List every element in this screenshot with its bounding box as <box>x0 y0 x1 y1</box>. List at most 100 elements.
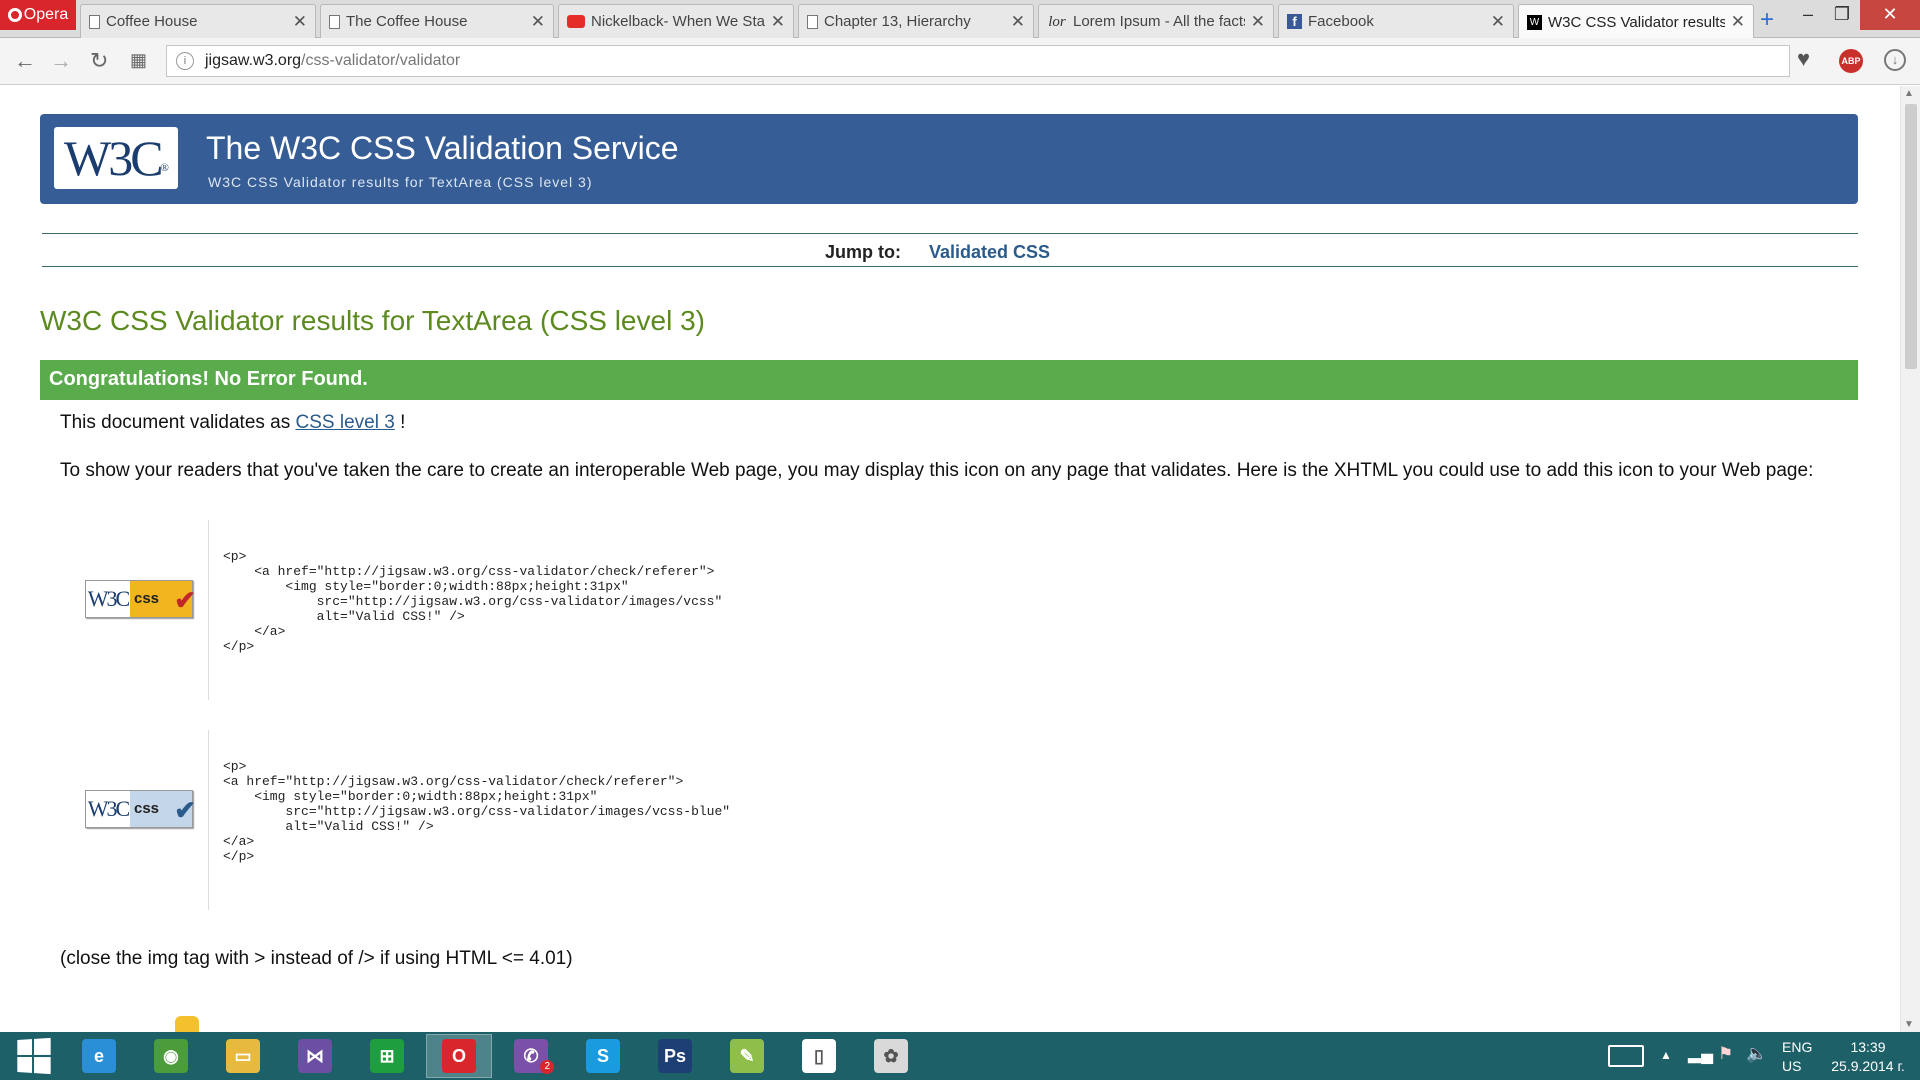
network-signal-icon[interactable]: ▂▄ <box>1688 1044 1713 1064</box>
service-title: The W3C CSS Validation Service <box>206 130 679 166</box>
download-icon[interactable]: ↓ <box>1884 49 1906 71</box>
doc-icon <box>329 14 340 29</box>
opera-menu-button[interactable]: Opera <box>0 0 76 30</box>
close-tag-note: (close the img tag with > instead of /> … <box>60 948 573 969</box>
scroll-thumb[interactable] <box>1905 104 1917 369</box>
vertical-scrollbar[interactable]: ▲ ▼ <box>1900 86 1920 1032</box>
w3c-icon: W <box>1527 14 1542 30</box>
volume-icon[interactable]: 🔈 <box>1746 1044 1767 1064</box>
youtube-icon <box>567 15 585 28</box>
checkmark-icon: ✔ <box>174 795 196 825</box>
w3c-logo-text: W3C <box>64 130 164 186</box>
language-region: US <box>1782 1058 1802 1074</box>
doc-icon <box>807 14 818 29</box>
taskbar-app-photoshop[interactable]: Ps <box>642 1034 708 1078</box>
close-icon[interactable]: ✕ <box>1011 12 1025 32</box>
adblock-icon[interactable]: ABP <box>1839 49 1863 73</box>
site-info-icon[interactable]: i <box>176 52 194 70</box>
tab-title: Chapter 13, Hierarchy <box>824 13 971 30</box>
tab-coffee-house[interactable]: Coffee House ✕ <box>80 4 316 38</box>
clock[interactable]: 13:39 25.9.2014 г. <box>1828 1038 1908 1076</box>
notification-badge: 2 <box>540 1060 554 1074</box>
doc-icon <box>89 14 100 29</box>
service-subtitle: W3C CSS Validator results for TextArea (… <box>208 174 593 190</box>
taskbar-app-paint[interactable]: ✿ <box>858 1034 924 1078</box>
taskbar-app-viber[interactable]: ✆ 2 <box>498 1034 564 1078</box>
language-code: ENG <box>1782 1039 1813 1055</box>
page-viewport: W3C® The W3C CSS Validation Service W3C … <box>0 86 1900 1032</box>
tab-facebook[interactable]: f Facebook ✕ <box>1278 4 1514 38</box>
tab-title: Coffee House <box>106 13 198 30</box>
keyboard-icon[interactable] <box>1608 1045 1644 1067</box>
notepad-icon: ▯ <box>802 1039 836 1073</box>
address-bar: ← → ↻ ▦ i jigsaw.w3.org/css-validator/va… <box>0 38 1920 85</box>
scroll-up-icon[interactable]: ▲ <box>1904 88 1914 99</box>
lorem-icon: lor <box>1048 13 1066 30</box>
close-icon[interactable]: ✕ <box>771 12 785 32</box>
url-host: jigsaw.w3.org <box>205 52 302 69</box>
valid-css-gold-badge[interactable]: W3C css ✔ <box>85 580 196 618</box>
tab-the-coffee-house[interactable]: The Coffee House ✕ <box>320 4 554 38</box>
taskbar-app-internet-explorer[interactable]: e <box>66 1034 132 1078</box>
restore-button[interactable]: ❐ <box>1822 0 1862 30</box>
css-level-link[interactable]: CSS level 3 <box>296 412 395 433</box>
taskbar-app-visual-studio[interactable]: ⋈ <box>282 1034 348 1078</box>
badge-w3c-text: W3C <box>87 796 130 821</box>
w3c-logo[interactable]: W3C® <box>54 127 178 189</box>
heart-icon[interactable]: ♥ <box>1797 46 1810 72</box>
close-icon[interactable]: ✕ <box>1251 12 1265 32</box>
divider <box>42 233 1858 234</box>
header-banner: W3C® The W3C CSS Validation Service W3C … <box>40 114 1858 204</box>
new-tab-button[interactable]: + <box>1760 6 1774 34</box>
url-path: /css-validator/validator <box>301 52 461 69</box>
blue-badge-snippet: W3C css ✔ <p> <a href="http://jigsaw.w3.… <box>60 730 860 910</box>
taskbar-app-file-explorer[interactable]: ▭ <box>210 1034 276 1078</box>
visual-studio-icon: ⋈ <box>298 1039 332 1073</box>
success-banner: Congratulations! No Error Found. <box>40 360 1858 400</box>
close-icon[interactable]: ✕ <box>1731 12 1745 32</box>
speed-dial-icon[interactable]: ▦ <box>130 50 147 71</box>
scroll-down-icon[interactable]: ▼ <box>1904 1019 1914 1030</box>
readers-paragraph: To show your readers that you've taken t… <box>60 460 1814 481</box>
file-explorer-icon: ▭ <box>226 1039 260 1073</box>
tab-nickelback[interactable]: Nickelback- When We Stand Together ✕ <box>558 4 794 38</box>
url-input[interactable]: i jigsaw.w3.org/css-validator/validator <box>166 45 1790 77</box>
tab-title: Nickelback- When We Stand Together <box>591 13 765 30</box>
reload-icon[interactable]: ↻ <box>90 48 108 74</box>
divider <box>208 730 209 910</box>
close-icon[interactable]: ✕ <box>1491 12 1505 32</box>
taskbar-app-opera[interactable]: O <box>426 1034 492 1078</box>
show-hidden-icons-icon[interactable]: ▲ <box>1660 1048 1672 1062</box>
skype-icon: S <box>586 1039 620 1073</box>
facebook-icon: f <box>1287 14 1302 29</box>
window-close-button[interactable]: ✕ <box>1860 0 1920 30</box>
taskbar-app-windows-store[interactable]: ⊞ <box>354 1034 420 1078</box>
back-arrow-icon[interactable]: ← <box>14 48 36 74</box>
close-icon[interactable]: ✕ <box>293 12 307 32</box>
validated-css-link[interactable]: Validated CSS <box>929 242 1050 263</box>
forward-arrow-icon[interactable]: → <box>50 48 72 74</box>
taskbar-app-notepad[interactable]: ▯ <box>786 1034 852 1078</box>
tab-bar: Opera Coffee House ✕ The Coffee House ✕ … <box>0 0 1920 39</box>
windows-store-icon: ⊞ <box>370 1039 404 1073</box>
checkmark-icon: ✔ <box>174 585 196 615</box>
results-heading: W3C CSS Validator results for TextArea (… <box>40 305 705 336</box>
opera-menu-label: Opera <box>23 6 69 23</box>
notepad-plus-icon: ✎ <box>730 1039 764 1073</box>
validates-line: This document validates as CSS level 3 ! <box>60 412 405 434</box>
tab-lorem-ipsum[interactable]: lor Lorem Ipsum - All the facts ✕ <box>1038 4 1274 38</box>
tab-w3c-validator[interactable]: W W3C CSS Validator results ✕ <box>1518 4 1754 39</box>
gold-badge-code: <p> <a href="http://jigsaw.w3.org/css-va… <box>223 549 723 654</box>
language-indicator[interactable]: ENG US <box>1782 1038 1812 1076</box>
tab-title: W3C CSS Validator results <box>1548 13 1725 31</box>
close-icon[interactable]: ✕ <box>531 12 545 32</box>
tab-chapter-13[interactable]: Chapter 13, Hierarchy ✕ <box>798 4 1034 38</box>
valid-css-blue-badge[interactable]: W3C css ✔ <box>85 790 196 828</box>
action-center-icon[interactable]: ⚑ <box>1718 1044 1733 1064</box>
jump-to-label: Jump to: <box>825 242 901 262</box>
taskbar: e ◉ ▭ ⋈ ⊞ O ✆ 2 S Ps ✎ ▯ ✿ ▲ ▂▄ ⚑ 🔈 ENG US 13:39 25.… <box>0 1032 1920 1080</box>
taskbar-app-chrome[interactable]: ◉ <box>138 1034 204 1078</box>
start-button[interactable] <box>0 1034 66 1078</box>
taskbar-app-skype[interactable]: S <box>570 1034 636 1078</box>
taskbar-app-notepad-plus[interactable]: ✎ <box>714 1034 780 1078</box>
